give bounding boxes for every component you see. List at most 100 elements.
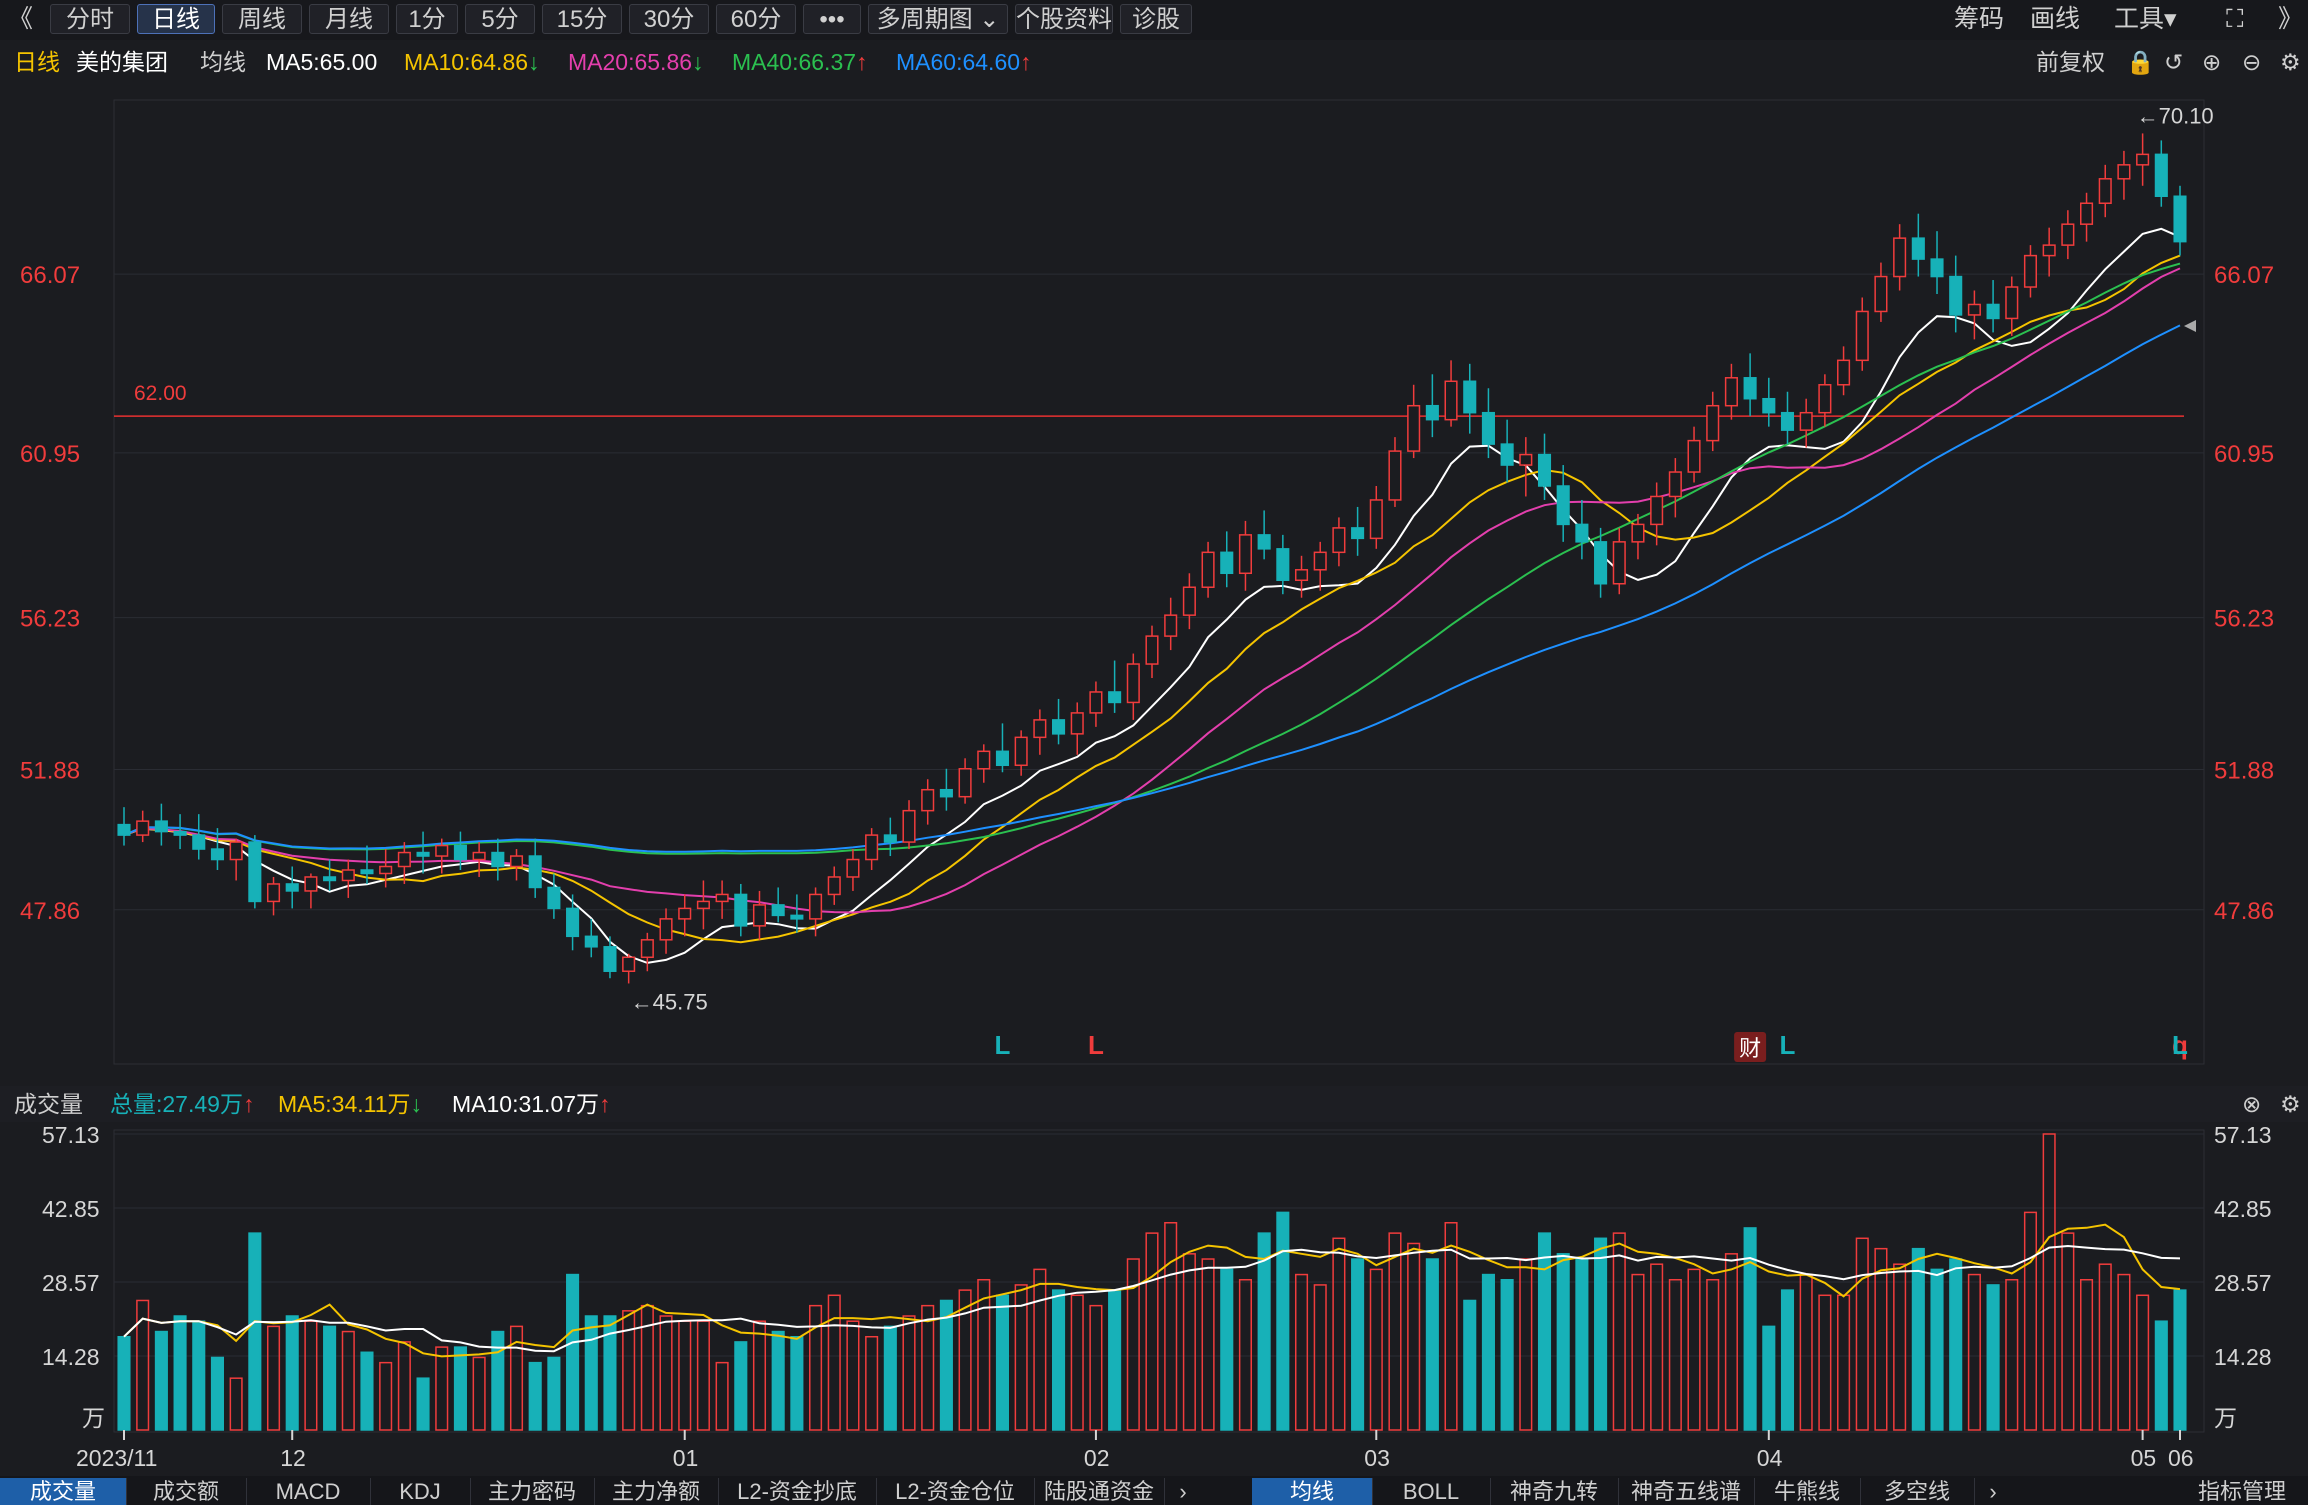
close-icon[interactable]: ⊗: [2242, 1086, 2261, 1122]
indicator-tab-4[interactable]: 主力密码: [470, 1478, 595, 1505]
candle-body: [1986, 303, 2000, 320]
volume-title[interactable]: 成交量: [14, 1086, 83, 1122]
period-button-6[interactable]: 15分: [542, 4, 622, 34]
candle-body: [528, 855, 542, 889]
month-label-6: 05: [2131, 1445, 2157, 1471]
volume-bar: [360, 1351, 374, 1431]
volume-bar: [304, 1320, 318, 1431]
indicator-tab-2[interactable]: MACD: [246, 1478, 371, 1505]
volume-tick-right-1: 42.85: [2214, 1196, 2272, 1222]
indicator-tab-1[interactable]: 成交额: [126, 1478, 247, 1505]
volume-unit-left: 万: [82, 1405, 105, 1431]
volume-bar: [2023, 1211, 2038, 1431]
volume-bar: [1855, 1237, 1869, 1431]
low-label: ←45.75: [631, 989, 708, 1014]
draw-line-button[interactable]: 画线: [2030, 4, 2080, 34]
candle-body: [2154, 153, 2168, 198]
overlay-tab-3[interactable]: 神奇五线谱: [1618, 1478, 1755, 1505]
candle-body: [435, 844, 449, 857]
zoom-out-icon[interactable]: ⊖: [2242, 44, 2261, 80]
period-button-8[interactable]: 60分: [716, 4, 796, 34]
zoom-in-icon[interactable]: ⊕: [2202, 44, 2221, 80]
overlay-tab-2[interactable]: 神奇九转: [1490, 1478, 1619, 1505]
ma5-value: MA5:65.00: [266, 49, 378, 75]
undo-icon[interactable]: ↺: [2164, 44, 2183, 80]
indicator-tab-8[interactable]: 陆股通资金: [1034, 1478, 1165, 1505]
lock-icon[interactable]: 🔒: [2126, 44, 2155, 80]
overlay-tab-0[interactable]: 均线: [1252, 1478, 1373, 1505]
indicator-tab-5[interactable]: 主力净额: [594, 1478, 719, 1505]
candle-body: [1182, 586, 1196, 616]
adjust-button[interactable]: 前复权: [2036, 44, 2105, 80]
volume-bar: [995, 1294, 1010, 1431]
indicator-tab-3[interactable]: KDJ: [370, 1478, 471, 1505]
period-button-0[interactable]: 分时: [50, 4, 130, 34]
volume-bar: [1481, 1273, 1495, 1431]
candle-body: [323, 876, 337, 882]
volume-bar: [416, 1377, 430, 1431]
volume-bar: [1799, 1273, 1813, 1431]
candle-body: [1930, 258, 1944, 278]
volume-bar: [771, 1330, 785, 1431]
volume-bar: [1818, 1294, 1832, 1431]
forward-icon[interactable]: 》: [2278, 4, 2303, 34]
overlay-tabs-next-icon[interactable]: ›: [1978, 1478, 2008, 1505]
candle-body: [1070, 712, 1084, 735]
volume-bar: [734, 1341, 748, 1431]
settings-icon[interactable]: ⚙: [2280, 44, 2301, 80]
volume-bar: [397, 1341, 411, 1431]
overlay-tab-5[interactable]: 多空线: [1860, 1478, 1975, 1505]
tabs-next-icon[interactable]: ›: [1168, 1478, 1198, 1505]
candle-body: [827, 876, 841, 896]
price-info-bar: 日线 美的集团 均线 MA5:65.00 MA10:64.86↓ MA20:65…: [0, 44, 2308, 80]
period-button-4[interactable]: 1分: [396, 4, 458, 34]
candle-body: [734, 893, 748, 927]
volume-bar: [1238, 1278, 1252, 1431]
candle-body: [939, 788, 953, 798]
month-label-4: 03: [1364, 1445, 1390, 1471]
period-button-3[interactable]: 月线: [309, 4, 389, 34]
avg-label[interactable]: 均线: [200, 44, 246, 80]
period-button-5[interactable]: 5分: [465, 4, 535, 34]
period-button-1[interactable]: 日线: [137, 4, 215, 34]
back-icon[interactable]: 《: [8, 4, 33, 34]
overlay-tab-1[interactable]: BOLL: [1372, 1478, 1491, 1505]
candle-body: [715, 893, 729, 903]
volume-settings-icon[interactable]: ⚙: [2280, 1086, 2301, 1122]
volume-bar: [1294, 1273, 1309, 1431]
volume-bar: [659, 1315, 673, 1431]
candle-body: [1145, 635, 1159, 665]
period-button-7[interactable]: 30分: [629, 4, 709, 34]
volume-bar: [865, 1335, 879, 1431]
volume-bar: [1201, 1258, 1215, 1431]
indicator-tab-0[interactable]: 成交量: [0, 1478, 127, 1505]
period-button-9[interactable]: •••: [803, 4, 861, 34]
candle-body: [229, 841, 243, 861]
period-button-10[interactable]: 多周期图 ⌄: [868, 4, 1008, 34]
indicator-tabs: 成交量 成交额 MACD KDJ 主力密码 主力净额 L2-资金抄底 L2-资金仓位 陆股通资金…: [0, 1476, 2308, 1505]
period-button-11[interactable]: 个股资料: [1015, 4, 1113, 34]
month-label-2: 01: [673, 1445, 699, 1471]
overlay-tab-4[interactable]: 牛熊线: [1754, 1478, 1861, 1505]
tools-button[interactable]: 工具▾: [2114, 4, 2177, 34]
indicator-tab-6[interactable]: L2-资金抄底: [718, 1478, 877, 1505]
volume-bar: [921, 1304, 935, 1431]
period-button-2[interactable]: 周线: [222, 4, 302, 34]
volume-bar: [1052, 1289, 1066, 1431]
indicator-tab-7[interactable]: L2-资金仓位: [876, 1478, 1035, 1505]
ma-line-ma40: [123, 262, 2181, 855]
volume-chart[interactable]: 57.13 57.13 42.85 42.85 28.57 28.57 14.28 14.28…: [0, 1124, 2308, 1476]
fullscreen-icon[interactable]: ⛶: [2226, 4, 2244, 34]
candle-body: [266, 883, 281, 903]
candle-body: [1500, 443, 1514, 466]
price-chart[interactable]: 66.07 66.07 60.95 60.95 56.23 56.23 51.88 51.88…: [0, 82, 2308, 1082]
candle-body: [1201, 551, 1215, 588]
event-marker-5: L: [2172, 1030, 2188, 1060]
indicator-manage-button[interactable]: 指标管理: [2176, 1478, 2308, 1505]
chips-button[interactable]: 筹码: [1954, 4, 2004, 34]
volume-bar: [472, 1356, 486, 1431]
ma-line-ma5: [123, 227, 2181, 964]
period-button-12[interactable]: 诊股: [1120, 4, 1192, 34]
candle-body: [1537, 453, 1552, 487]
stock-name[interactable]: 美的集团: [76, 44, 168, 80]
